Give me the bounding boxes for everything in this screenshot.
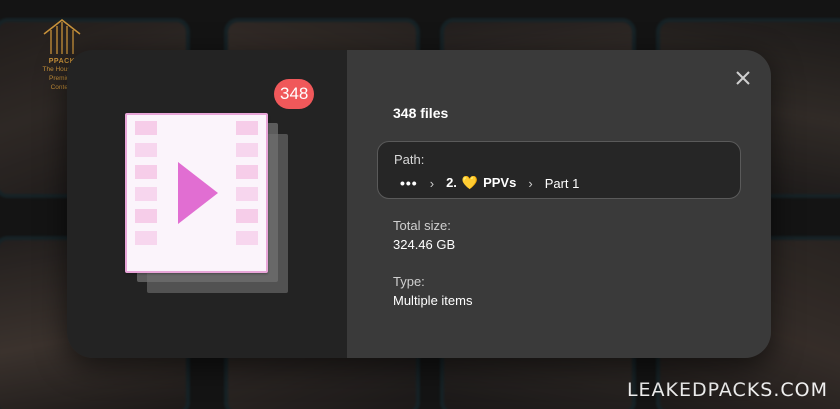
path-box: Path: ••• › 2. 💛 PPVs › Part 1: [377, 141, 741, 199]
breadcrumb-ellipsis[interactable]: •••: [400, 175, 418, 191]
film-strip-right: [236, 121, 258, 253]
chevron-right-icon: ›: [429, 175, 435, 191]
modal-preview-panel: 348: [67, 50, 347, 358]
video-file-icon: [125, 113, 268, 273]
path-label: Path:: [394, 152, 425, 167]
yellow-heart-icon: 💛: [461, 175, 479, 190]
files-count-title: 348 files: [393, 105, 449, 121]
breadcrumb-item-prefix: 2.: [446, 175, 457, 190]
type-label: Type:: [393, 274, 425, 289]
breadcrumb: ••• › 2. 💛 PPVs › Part 1: [400, 175, 579, 191]
file-count-badge: 348: [274, 79, 315, 109]
total-size-value: 324.46 GB: [393, 237, 456, 252]
chevron-right-icon: ›: [528, 175, 533, 191]
modal-details-panel: 348 files Path: ••• › 2. 💛 PPVs › Part 1 T…: [347, 50, 771, 358]
total-size-label: Total size:: [393, 218, 451, 233]
breadcrumb-item-ppvs[interactable]: 2. 💛 PPVs: [446, 175, 516, 191]
video-files-stack-icon: [125, 113, 288, 295]
watermark: LEAKEDPACKS.COM: [626, 379, 828, 401]
file-info-modal: 348 348 files Path: ••• › 2. 💛 PPVs › Pa…: [67, 50, 771, 358]
type-value: Multiple items: [393, 293, 473, 308]
close-icon: [736, 71, 750, 85]
breadcrumb-item-label: PPVs: [483, 175, 517, 190]
play-icon: [178, 162, 218, 224]
breadcrumb-item-part-1[interactable]: Part 1: [545, 176, 580, 191]
close-button[interactable]: [729, 64, 757, 92]
film-strip-left: [135, 121, 157, 253]
